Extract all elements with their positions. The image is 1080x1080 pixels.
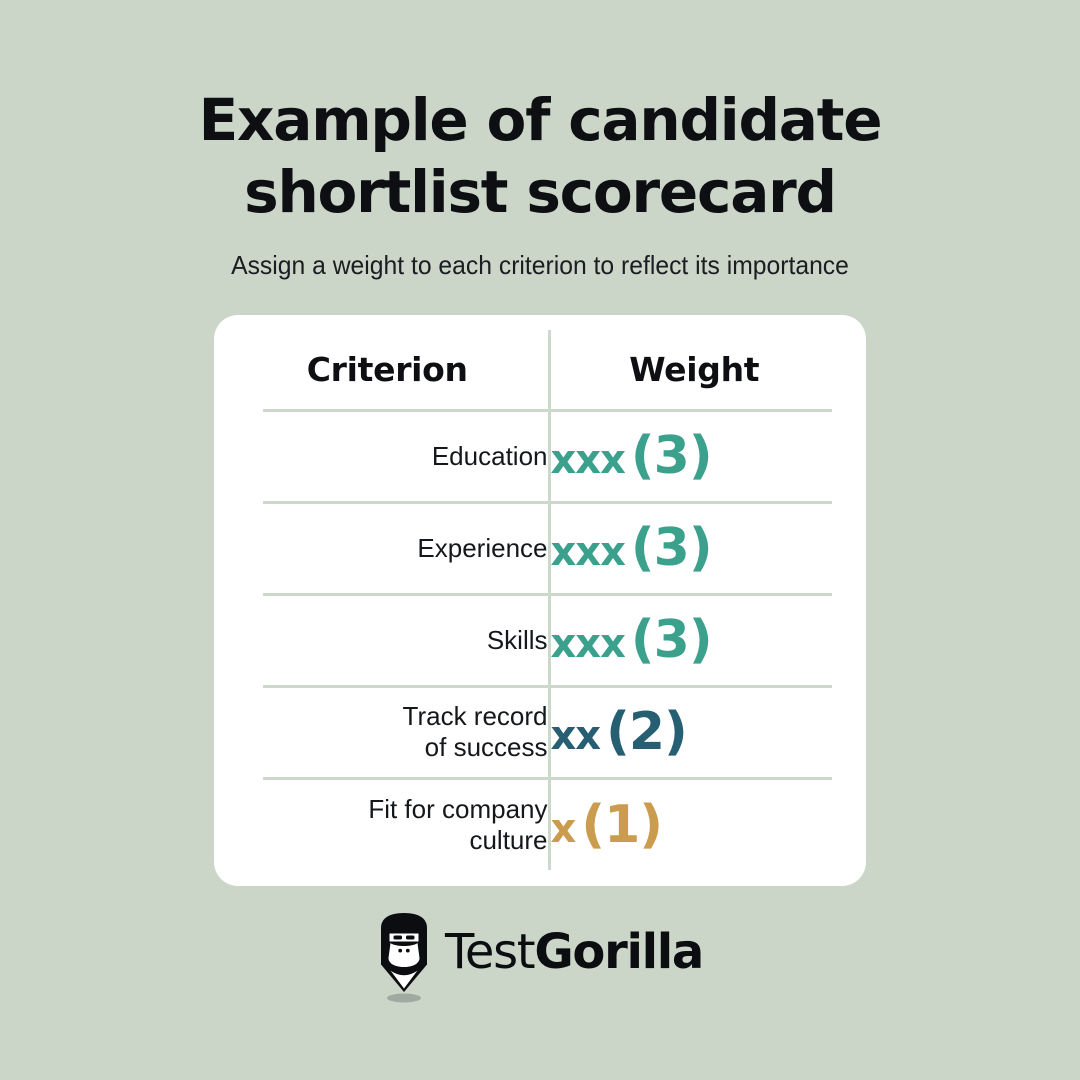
- weight-number: (3): [630, 610, 713, 670]
- weight-value: x (1): [549, 778, 832, 870]
- weight-value: xx (2): [549, 686, 832, 780]
- criterion-label: Education: [263, 410, 551, 504]
- weight-value: xxx (3): [549, 594, 832, 688]
- weight-value: xxx (3): [549, 410, 832, 504]
- table-body: Education xxx (3) Experience xxx (3) Skill…: [263, 410, 832, 870]
- weight-number: (2): [606, 702, 688, 762]
- weight-marks: xxx: [550, 621, 626, 667]
- weight-marks: xx: [550, 713, 602, 759]
- criterion-label: Fit for company culture: [263, 778, 551, 870]
- logo-wordmark: TestGorilla: [445, 928, 704, 976]
- table-row: Experience xxx (3): [263, 502, 832, 596]
- criterion-label: Experience: [263, 502, 551, 596]
- table-row: Skills xxx (3): [263, 594, 832, 688]
- table-row: Track record of success xx (2): [263, 686, 832, 780]
- table-header-row: Criterion Weight: [263, 330, 832, 412]
- page-subtitle: Assign a weight to each criterion to ref…: [231, 250, 849, 280]
- column-header-criterion: Criterion: [263, 330, 551, 412]
- gorilla-pin-icon: [377, 912, 431, 1004]
- page-title: Example of candidate shortlist scorecard: [198, 86, 883, 226]
- weight-marks: x: [550, 805, 577, 852]
- criterion-label: Track record of success: [263, 686, 551, 780]
- heading-block: Example of candidate shortlist scorecard…: [0, 0, 1080, 282]
- weight-marks: xxx: [550, 529, 626, 575]
- weight-value: xxx (3): [549, 502, 832, 596]
- weight-number: (1): [581, 794, 663, 855]
- weight-number: (3): [630, 426, 713, 486]
- table-row: Education xxx (3): [263, 410, 832, 504]
- column-header-weight: Weight: [549, 330, 832, 412]
- table-row: Fit for company culture x (1): [263, 778, 832, 870]
- weight-marks: xxx: [550, 437, 626, 483]
- logo-word-gorilla: Gorilla: [534, 924, 704, 980]
- scorecard-card: Criterion Weight Education xxx (3) Experi…: [214, 315, 866, 886]
- logo-word-test: Test: [444, 924, 536, 980]
- scorecard-table: Criterion Weight Education xxx (3) Experi…: [263, 330, 832, 870]
- weight-number: (3): [630, 518, 713, 578]
- criterion-label: Skills: [263, 594, 551, 688]
- brand-logo: TestGorilla: [0, 912, 1080, 1004]
- poster-canvas: Example of candidate shortlist scorecard…: [0, 0, 1080, 1080]
